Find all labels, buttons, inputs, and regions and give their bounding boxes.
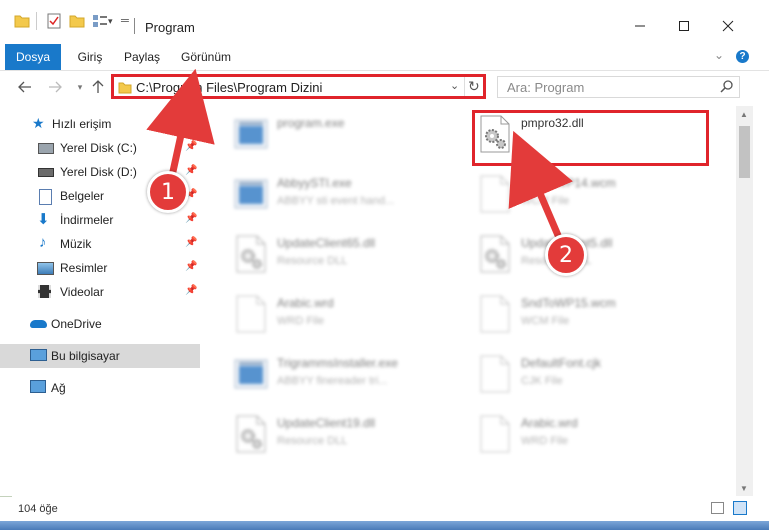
annotation-arrows: [146, 68, 573, 242]
step-2-badge: 2: [545, 234, 587, 276]
arrow-to-address-bar: [146, 68, 215, 177]
arrow-to-dll-file: [508, 130, 573, 242]
step-1-badge: 1: [147, 171, 189, 213]
